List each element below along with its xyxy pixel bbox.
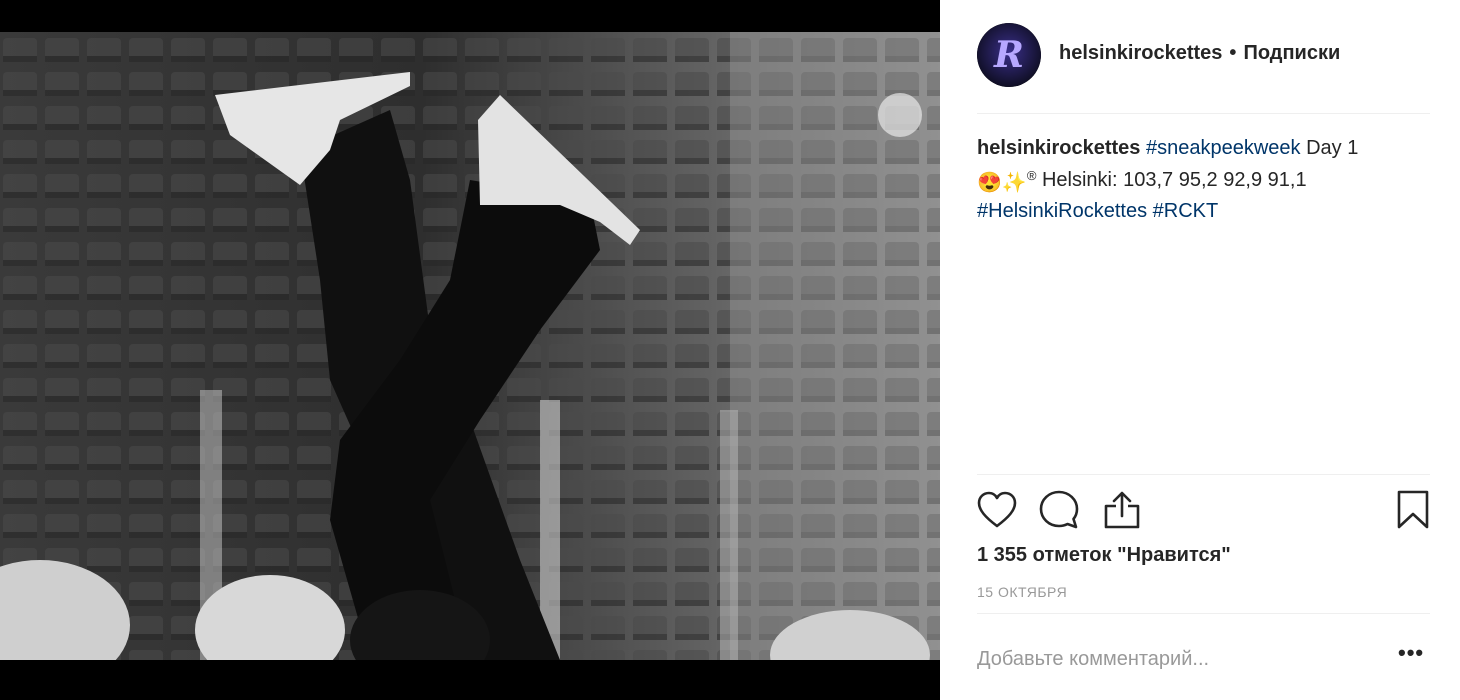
post-caption: helsinkirockettes #sneakpeekweek Day 1 😍… (977, 134, 1417, 225)
post-date[interactable]: 15 ОКТЯБРЯ (977, 584, 1067, 600)
registered-mark: ® (1026, 168, 1037, 183)
following-button[interactable]: Подписки (1243, 42, 1340, 64)
share-icon (1104, 491, 1140, 529)
bookmark-icon (1397, 490, 1429, 529)
svg-text:R: R (993, 34, 1024, 76)
caption-username[interactable]: helsinkirockettes (977, 137, 1140, 159)
likes-count[interactable]: 1 355 отметок "Нравится" (977, 544, 1231, 567)
caption-text-day: Day 1 (1306, 137, 1359, 159)
save-button[interactable] (1396, 490, 1430, 530)
hashtag-rckt[interactable]: #RCKT (1153, 200, 1219, 222)
more-options-icon[interactable]: ••• (1398, 640, 1424, 666)
caption-text-scores: Helsinki: 103,7 95,2 92,9 91,1 (1041, 169, 1307, 191)
sparkles-emoji: ✨ (1001, 172, 1027, 194)
actions-divider (977, 474, 1430, 475)
heart-eyes-emoji: 😍 (977, 172, 1002, 194)
comment-divider (977, 613, 1430, 614)
post-image[interactable] (0, 0, 940, 700)
hashtag-sneakpeekweek[interactable]: #sneakpeekweek (1146, 137, 1301, 159)
like-button[interactable] (977, 491, 1017, 529)
header-username[interactable]: helsinkirockettes (1059, 42, 1222, 64)
post-details-panel: R helsinkirockettes • Подписки helsinkiroc… (940, 0, 1460, 700)
header-separator: • (1229, 42, 1237, 64)
skaters-photo (0, 0, 940, 700)
header-line: helsinkirockettes • Подписки (1059, 42, 1340, 65)
comment-button[interactable] (1039, 490, 1079, 530)
avatar[interactable]: R (977, 23, 1041, 87)
hashtag-helsinkirockettes[interactable]: #HelsinkiRockettes (977, 200, 1147, 222)
comment-bubble-icon (1039, 490, 1079, 529)
comment-input[interactable] (977, 644, 1377, 674)
avatar-logo-icon: R (977, 23, 1041, 87)
post-header: R helsinkirockettes • Подписки (977, 22, 1430, 114)
share-button[interactable] (1103, 490, 1141, 530)
heart-icon (977, 491, 1017, 528)
